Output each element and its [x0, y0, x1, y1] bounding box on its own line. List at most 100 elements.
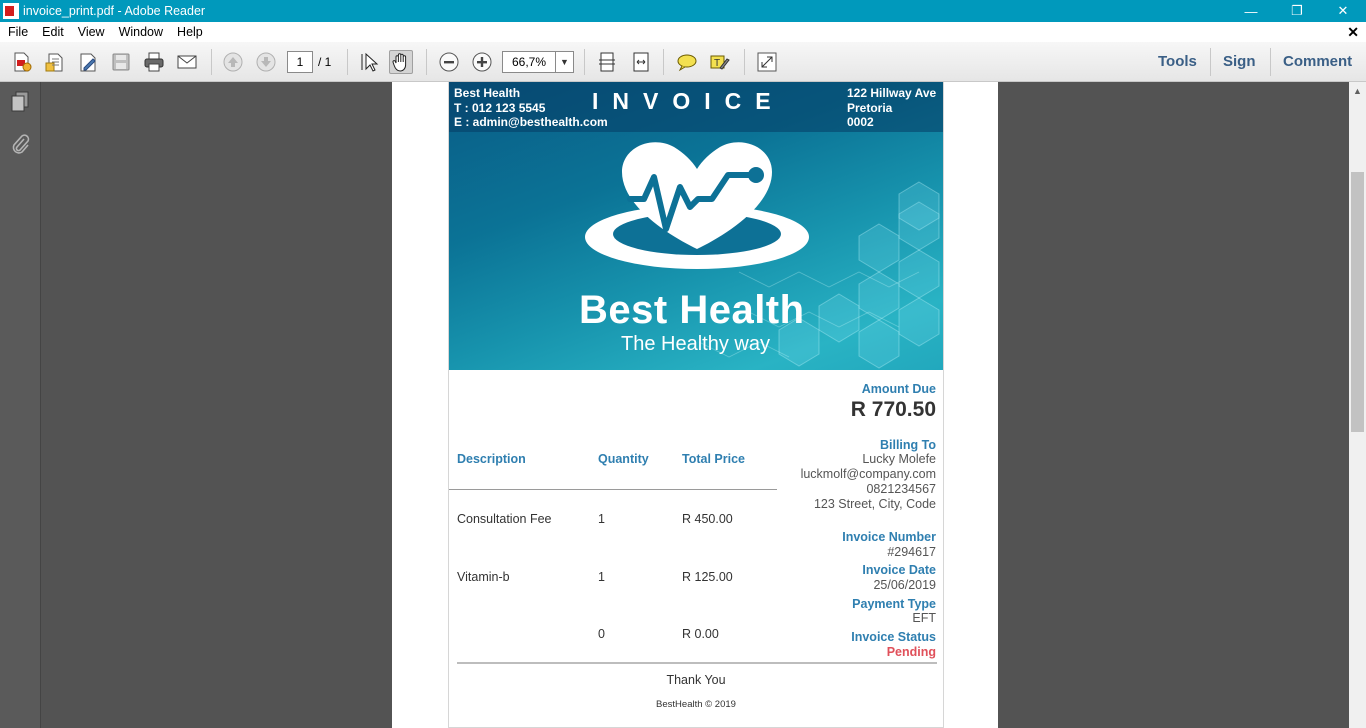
invoice-status-label: Invoice Status	[851, 630, 936, 644]
menu-bar: File Edit View Window Help ✕	[0, 22, 1366, 42]
table-header-divider	[449, 489, 777, 490]
company-email: E : admin@besthealth.com	[454, 115, 608, 129]
open-file-icon[interactable]	[43, 50, 67, 74]
invoice-banner: Best Health T : 012 123 5545 E : admin@b…	[449, 82, 943, 370]
sign-pane-button[interactable]: Sign	[1223, 53, 1256, 70]
row-2-description: Vitamin-b	[457, 570, 510, 584]
page-number-input[interactable]: 1	[287, 51, 313, 73]
fit-page-icon[interactable]	[595, 50, 619, 74]
billing-name: Lucky Molefe	[862, 452, 936, 466]
invoice-number-label: Invoice Number	[842, 530, 936, 544]
address-city: Pretoria	[847, 100, 893, 115]
toolbar-separator	[347, 49, 348, 75]
invoice-date-value: 25/06/2019	[873, 578, 936, 592]
menu-help[interactable]: Help	[170, 25, 210, 39]
toolbar-separator	[426, 49, 427, 75]
row-3-quantity: 0	[598, 627, 605, 641]
column-header-total-price: Total Price	[682, 452, 745, 466]
invoice-title: INVOICE	[592, 88, 785, 114]
row-1-description: Consultation Fee	[457, 512, 552, 526]
billing-to-label: Billing To	[879, 438, 936, 452]
brand-tagline: The Healthy way	[621, 333, 770, 355]
comment-pane-button[interactable]: Comment	[1283, 53, 1352, 70]
pdf-page: Best Health T : 012 123 5545 E : admin@b…	[392, 82, 998, 728]
column-header-description: Description	[457, 452, 526, 466]
title-bar: invoice_print.pdf - Adobe Reader — ❐ ✕	[0, 0, 1366, 22]
footer-divider	[457, 662, 937, 664]
column-header-quantity: Quantity	[598, 452, 649, 466]
row-1-quantity: 1	[598, 512, 605, 526]
zoom-value: 66,7%	[511, 55, 547, 69]
payment-type-value: EFT	[912, 611, 936, 625]
document-area: Best Health T : 012 123 5545 E : admin@b…	[41, 82, 1349, 728]
print-icon[interactable]	[142, 50, 166, 74]
row-2-price: R 125.00	[682, 570, 733, 584]
chevron-down-icon[interactable]: ▼	[555, 52, 573, 72]
invoice: Best Health T : 012 123 5545 E : admin@b…	[448, 82, 944, 728]
attachments-icon[interactable]	[9, 132, 31, 156]
pdf-app-icon	[3, 3, 19, 19]
toolbar-separator	[584, 49, 585, 75]
billing-phone: 0821234567	[866, 482, 936, 496]
highlight-text-icon[interactable]: T	[708, 50, 732, 74]
previous-page-icon[interactable]	[221, 50, 245, 74]
amount-due-value: R 770.50	[850, 398, 936, 421]
zoom-select[interactable]: 66,7% ▼	[502, 51, 574, 73]
menu-file[interactable]: File	[0, 25, 35, 39]
address-street: 122 Hillway Ave	[847, 86, 937, 100]
billing-address: 123 Street, City, Code	[813, 497, 936, 511]
create-pdf-icon[interactable]	[10, 50, 34, 74]
select-tool-icon[interactable]	[358, 50, 382, 74]
company-phone: T : 012 123 5545	[454, 100, 546, 115]
row-1-price: R 450.00	[682, 512, 733, 526]
payment-type-label: Payment Type	[852, 597, 936, 611]
full-screen-icon[interactable]	[755, 50, 779, 74]
toolbar-separator	[211, 49, 212, 75]
toolbar-separator	[663, 49, 664, 75]
window-title: invoice_print.pdf - Adobe Reader	[23, 4, 206, 18]
amount-due-label: Amount Due	[861, 382, 936, 396]
copyright-text: BestHealth © 2019	[656, 699, 736, 710]
next-page-icon[interactable]	[254, 50, 278, 74]
close-document-button[interactable]: ✕	[1347, 24, 1359, 41]
toolbar-separator	[744, 49, 745, 75]
invoice-date-label: Invoice Date	[862, 563, 936, 577]
invoice-status-value: Pending	[886, 645, 936, 659]
page-thumbnails-icon[interactable]	[9, 90, 31, 114]
toolbar-separator	[1270, 48, 1271, 76]
save-icon[interactable]	[109, 50, 133, 74]
page-total: / 1	[318, 55, 332, 69]
heart-logo-icon	[585, 142, 809, 269]
zoom-out-icon[interactable]	[437, 50, 461, 74]
zoom-in-icon[interactable]	[470, 50, 494, 74]
scroll-up-icon[interactable]: ▲	[1353, 86, 1362, 96]
svg-text:T: T	[714, 58, 720, 69]
row-2-quantity: 1	[598, 570, 605, 584]
thank-you-text: Thank You	[666, 673, 726, 687]
sticky-note-icon[interactable]	[675, 50, 699, 74]
company-contact: Best Health T : 012 123 5545 E : admin@b…	[454, 86, 608, 130]
close-button[interactable]: ✕	[1320, 0, 1366, 22]
fit-width-icon[interactable]	[629, 50, 653, 74]
scrollbar-thumb[interactable]	[1351, 172, 1364, 432]
menu-view[interactable]: View	[71, 25, 112, 39]
toolbar-separator	[1210, 48, 1211, 76]
edit-document-icon[interactable]	[76, 50, 100, 74]
row-3-price: R 0.00	[682, 627, 719, 641]
tools-pane-button[interactable]: Tools	[1158, 53, 1197, 70]
menu-edit[interactable]: Edit	[35, 25, 71, 39]
maximize-button[interactable]: ❐	[1274, 0, 1320, 22]
company-address: 122 Hillway Ave Pretoria 0002	[847, 86, 936, 130]
vertical-scrollbar[interactable]: ▲	[1349, 82, 1366, 728]
hand-tool-icon[interactable]	[389, 50, 413, 74]
address-code: 0002	[847, 115, 874, 129]
company-name: Best Health	[454, 86, 521, 100]
minimize-button[interactable]: —	[1228, 0, 1274, 22]
invoice-number-value: #294617	[887, 545, 936, 559]
toolbar: 1 / 1 66,7% ▼ T Tools Sign Comment	[0, 42, 1366, 82]
email-icon[interactable]	[175, 50, 199, 74]
menu-window[interactable]: Window	[112, 25, 170, 39]
navigation-panel	[0, 82, 41, 728]
brand-name: Best Health	[579, 288, 805, 332]
billing-email: luckmolf@company.com	[800, 467, 936, 481]
